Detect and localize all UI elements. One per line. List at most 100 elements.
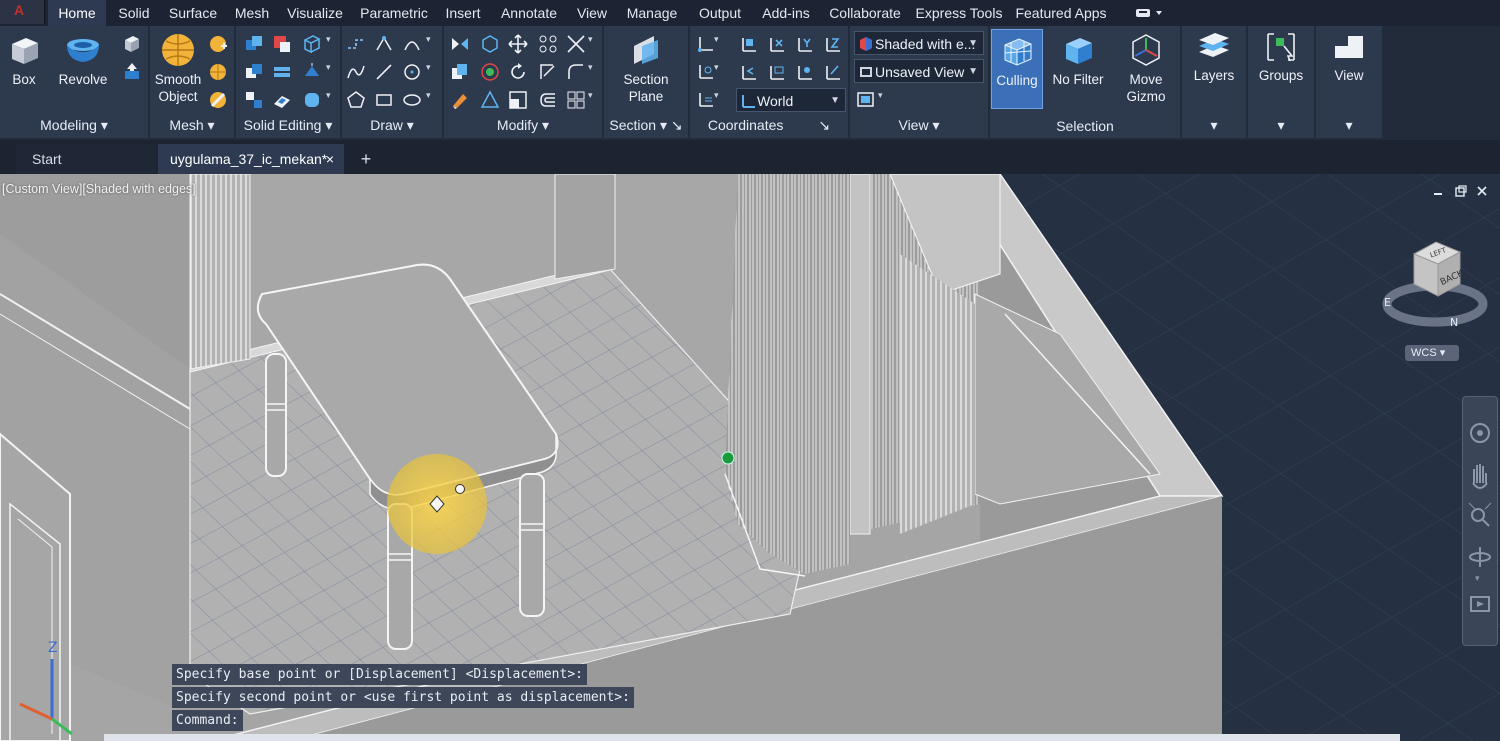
mesh-smooth-more-icon[interactable]: [208, 34, 228, 54]
visual-style-combo[interactable]: Shaded with e... ▼: [854, 31, 984, 55]
section-plane-button[interactable]: Section Plane: [616, 32, 676, 105]
3d-rotate-icon[interactable]: [480, 62, 500, 82]
subtract-icon[interactable]: [272, 34, 292, 54]
tab-collaborate[interactable]: Collaborate: [824, 0, 906, 26]
shell-icon[interactable]: [272, 90, 292, 110]
tab-manage[interactable]: Manage: [620, 0, 684, 26]
ucs-origin-dropdown-icon[interactable]: ▾: [714, 62, 734, 82]
ellipse-dropdown-icon[interactable]: ▾: [426, 90, 446, 110]
polygon-icon[interactable]: [346, 90, 366, 110]
layers-expand-icon[interactable]: ▾: [1182, 117, 1246, 134]
revolve-button[interactable]: Revolve: [56, 32, 110, 88]
separate-icon[interactable]: [244, 90, 264, 110]
fillet-icon[interactable]: [566, 62, 586, 82]
solid-editing-panel-title[interactable]: Solid Editing ▾: [236, 117, 340, 134]
groups-expand-icon[interactable]: ▾: [1248, 117, 1314, 134]
tab-add-ins[interactable]: Add-ins: [756, 0, 816, 26]
view-panel-title[interactable]: View ▾: [850, 117, 988, 134]
box-button[interactable]: Box: [4, 32, 44, 88]
ucs-named-dropdown-icon[interactable]: ▾: [714, 90, 734, 110]
rotate-icon[interactable]: [508, 62, 528, 82]
drawing-viewport[interactable]: Z [Custom View][Shaded with edges] LEFT …: [0, 174, 1500, 741]
offset-icon[interactable]: [538, 90, 558, 110]
ucs-object-icon[interactable]: [794, 62, 814, 82]
tab-visualize[interactable]: Visualize: [282, 0, 348, 26]
section-panel-title[interactable]: Section ▾ ↘: [604, 117, 688, 134]
draw-panel-title[interactable]: Draw ▾: [342, 117, 442, 134]
view-expand-icon[interactable]: ▾: [1316, 117, 1382, 134]
ucs-named-icon[interactable]: [696, 90, 716, 110]
tab-solid[interactable]: Solid: [112, 0, 156, 26]
slice-icon[interactable]: [302, 34, 322, 54]
mesh-crease-icon[interactable]: [208, 90, 228, 110]
mesh-panel-title[interactable]: Mesh ▾: [150, 117, 234, 134]
fillet-edge-icon[interactable]: [302, 90, 322, 110]
move-gizmo-button[interactable]: Move Gizmo: [1116, 32, 1176, 105]
wcs-menu[interactable]: WCS ▾: [1405, 345, 1459, 361]
smooth-object-button[interactable]: Smooth Object: [150, 32, 206, 105]
tab-drawing-active[interactable]: uygulama_37_ic_mekan* ×: [158, 144, 344, 174]
view-cube[interactable]: LEFT BACK E N: [1380, 238, 1490, 338]
arc-dropdown-icon[interactable]: ▾: [426, 34, 446, 54]
tab-output[interactable]: Output: [692, 0, 748, 26]
ucs-view-icon[interactable]: [766, 62, 786, 82]
spline-icon[interactable]: [346, 62, 366, 82]
no-filter-button[interactable]: No Filter: [1048, 32, 1108, 88]
3d-scale-icon[interactable]: [480, 90, 500, 110]
new-tab-button[interactable]: +: [352, 144, 380, 174]
groups-button[interactable]: Groups: [1251, 30, 1311, 84]
trim-icon[interactable]: [566, 34, 586, 54]
3d-move-icon[interactable]: [480, 34, 500, 54]
ucs-z-icon[interactable]: [822, 34, 842, 54]
close-tab-icon[interactable]: ×: [326, 144, 334, 174]
viewport-controls-label[interactable]: [Custom View][Shaded with edges]: [2, 182, 196, 196]
tab-annotate[interactable]: Annotate: [494, 0, 564, 26]
ribbon-options-icon[interactable]: [1134, 6, 1166, 20]
mesh-refine-icon[interactable]: [208, 62, 228, 82]
application-menu-button[interactable]: A: [0, 0, 45, 24]
move-icon[interactable]: [508, 34, 528, 54]
mirror-icon[interactable]: [450, 34, 470, 54]
ucs-dropdown-icon[interactable]: ▾: [714, 34, 734, 54]
union-icon[interactable]: [244, 34, 264, 54]
interfere-icon[interactable]: [244, 62, 264, 82]
ucs-origin-icon[interactable]: [696, 62, 716, 82]
tab-surface[interactable]: Surface: [164, 0, 222, 26]
view-panel-big[interactable]: View ▾: [1316, 26, 1382, 138]
array-icon[interactable]: [538, 34, 558, 54]
circle-icon[interactable]: [402, 62, 422, 82]
coordinates-panel-title[interactable]: Coordinates ↘: [690, 117, 848, 134]
culling-button[interactable]: Culling: [991, 29, 1043, 109]
tab-start[interactable]: Start: [16, 144, 156, 174]
ucs-y-icon[interactable]: [794, 34, 814, 54]
layers-button[interactable]: Layers: [1184, 30, 1244, 84]
rectangle-icon[interactable]: [374, 90, 394, 110]
layers-panel[interactable]: Layers ▾: [1182, 26, 1246, 138]
tab-express-tools[interactable]: Express Tools: [914, 0, 1004, 26]
groups-panel[interactable]: Groups ▾: [1248, 26, 1314, 138]
tab-view[interactable]: View: [572, 0, 612, 26]
arc-icon[interactable]: [402, 34, 422, 54]
named-view-combo[interactable]: Unsaved View ▼: [854, 59, 984, 83]
extract-edges-icon[interactable]: [272, 62, 292, 82]
extrude-faces-icon[interactable]: [302, 62, 322, 82]
tab-mesh[interactable]: Mesh: [230, 0, 274, 26]
ucs-x-icon[interactable]: [766, 34, 786, 54]
helix-icon[interactable]: [374, 34, 394, 54]
modeling-panel-title[interactable]: Modeling ▾: [0, 117, 148, 134]
command-input[interactable]: [104, 734, 1400, 741]
polyline-dashed-icon[interactable]: [346, 34, 366, 54]
presspull-icon[interactable]: [122, 62, 142, 82]
ucs-previous-icon[interactable]: [738, 62, 758, 82]
modify-panel-title[interactable]: Modify ▾: [444, 117, 602, 134]
scale-icon[interactable]: [508, 90, 528, 110]
ucs-world-icon[interactable]: [738, 34, 758, 54]
ucs-world-combo[interactable]: World ▼: [736, 88, 846, 112]
tab-parametric[interactable]: Parametric: [356, 0, 432, 26]
ucs-icon[interactable]: [696, 34, 716, 54]
ellipse-icon[interactable]: [402, 90, 422, 110]
circle-dropdown-icon[interactable]: ▾: [426, 62, 446, 82]
explode-icon[interactable]: [566, 90, 586, 110]
ucs-zaxis-icon[interactable]: [822, 62, 842, 82]
tab-featured-apps[interactable]: Featured Apps: [1012, 0, 1110, 26]
